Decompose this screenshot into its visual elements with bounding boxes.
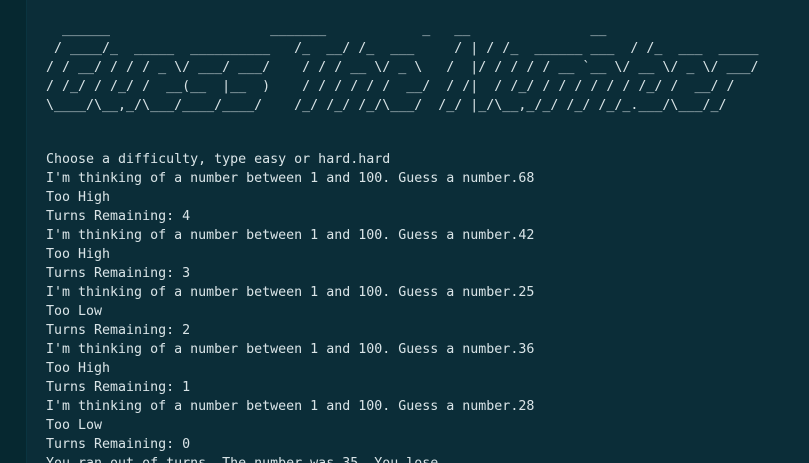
feedback-line: Too High — [46, 361, 111, 376]
turns-remaining-line: Turns Remaining: 3 — [46, 266, 191, 281]
prompt-difficulty: Choose a difficulty, type easy or hard.h… — [46, 152, 391, 167]
feedback-line: Too Low — [46, 304, 103, 319]
guess-prompt-line: I'm thinking of a number between 1 and 1… — [46, 342, 535, 357]
guess-prompt-line: I'm thinking of a number between 1 and 1… — [46, 399, 535, 414]
turns-remaining-line: Turns Remaining: 0 — [46, 437, 191, 452]
turns-remaining-line: Turns Remaining: 1 — [46, 380, 191, 395]
guess-prompt-line: I'm thinking of a number between 1 and 1… — [46, 285, 535, 300]
feedback-line: Too Low — [46, 418, 103, 433]
ascii-art-banner: ______ _______ _ __ __ / ____/_ _____ __… — [46, 22, 759, 113]
turns-remaining-line: Turns Remaining: 2 — [46, 323, 191, 338]
console-output: Choose a difficulty, type easy or hard.h… — [46, 150, 534, 463]
gutter-divider — [26, 0, 27, 463]
terminal-output-area[interactable]: ______ _______ _ __ __ / ____/_ _____ __… — [46, 0, 809, 463]
turns-remaining-line: Turns Remaining: 4 — [46, 209, 191, 224]
feedback-line: Too High — [46, 190, 111, 205]
feedback-line: Too High — [46, 247, 111, 262]
guess-prompt-line: I'm thinking of a number between 1 and 1… — [46, 171, 535, 186]
guess-prompt-line: I'm thinking of a number between 1 and 1… — [46, 228, 535, 243]
terminal-window: ______ _______ _ __ __ / ____/_ _____ __… — [0, 0, 809, 463]
game-over-line: You ran out of turns. The number was 35.… — [46, 454, 534, 463]
sidebar-gutter — [0, 0, 26, 463]
